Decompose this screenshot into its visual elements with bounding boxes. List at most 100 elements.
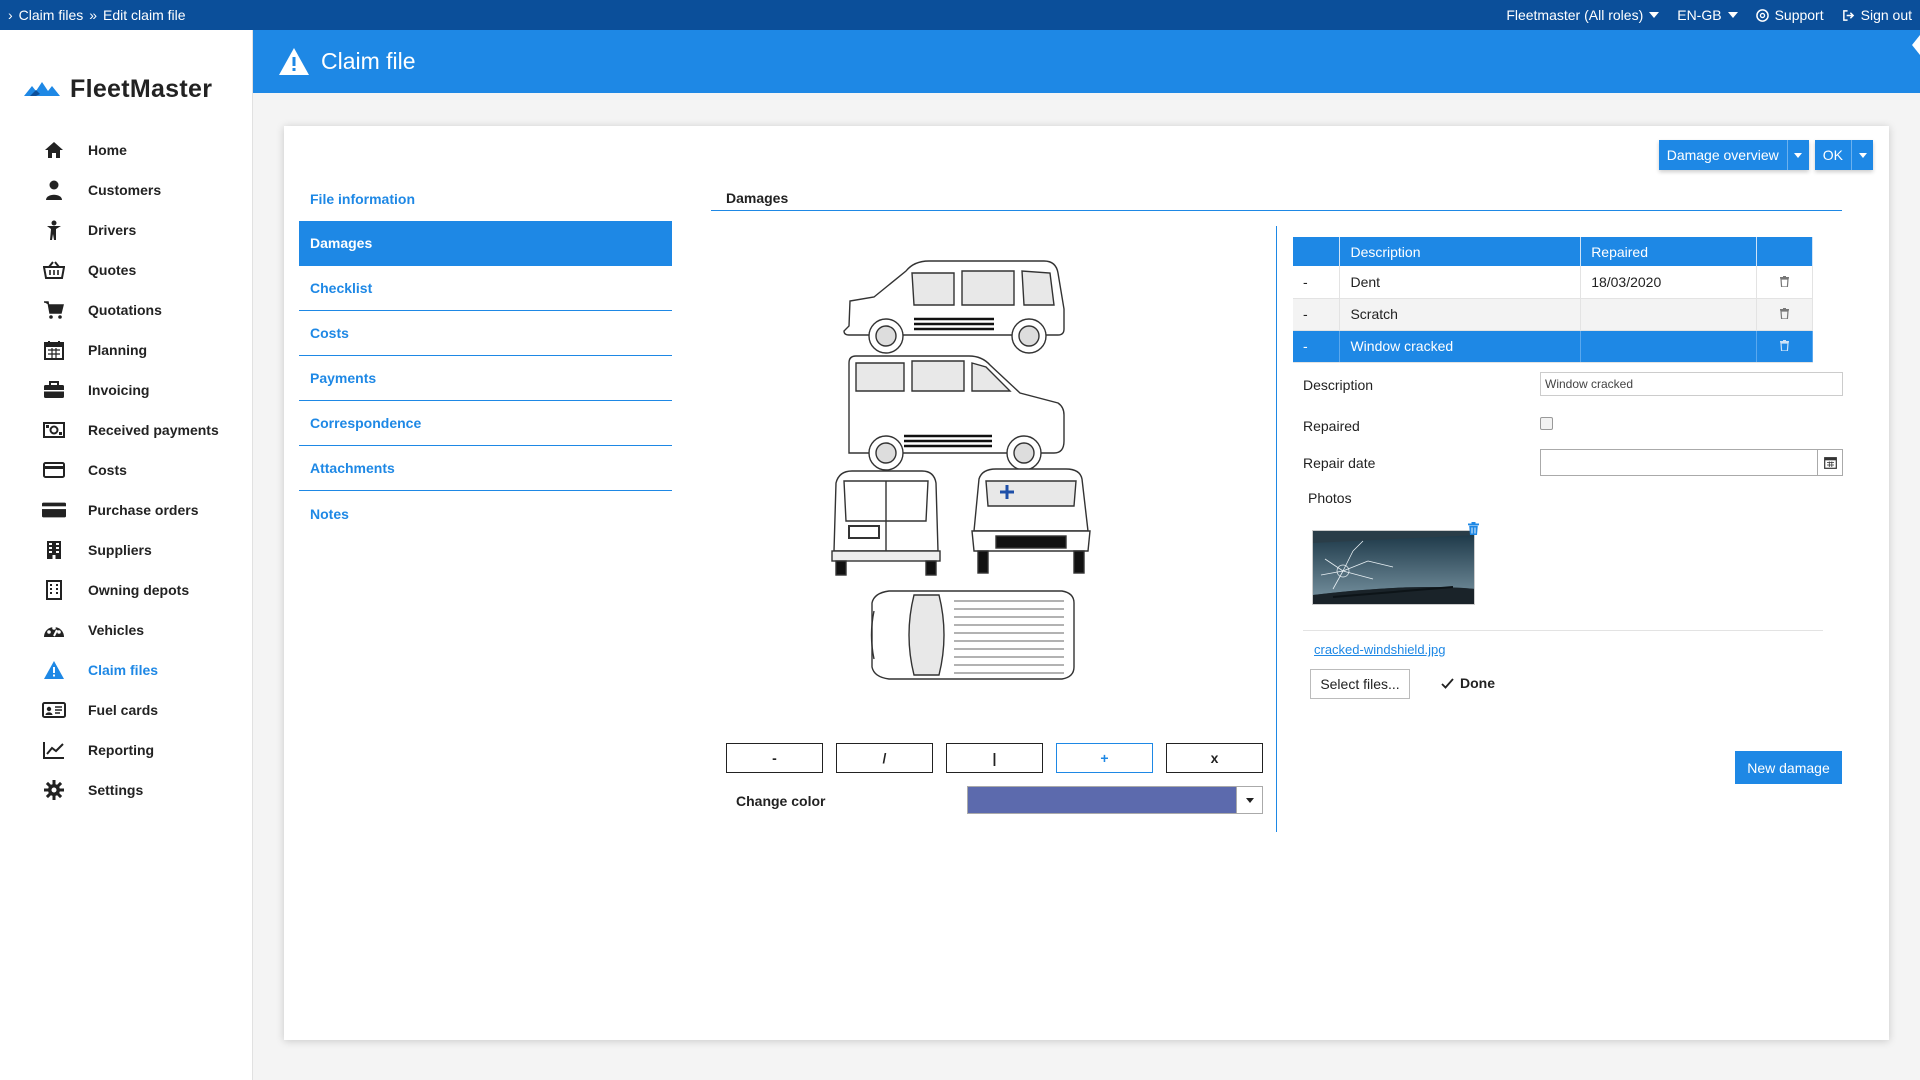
row-actions (1756, 330, 1813, 363)
sidebar-item-vehicles[interactable]: Vehicles (0, 610, 252, 650)
support-label: Support (1774, 7, 1824, 23)
tab-checklist[interactable]: Checklist (299, 266, 672, 311)
sidebar-item-quotations[interactable]: Quotations (0, 290, 252, 330)
damage-photo[interactable] (1312, 530, 1475, 605)
damage-overview-button[interactable]: Damage overview (1658, 140, 1809, 170)
delete-photo-button[interactable] (1468, 522, 1479, 538)
ok-dropdown[interactable] (1851, 140, 1873, 170)
ok-button[interactable]: OK (1814, 140, 1873, 170)
tab-file-information[interactable]: File information (299, 176, 672, 221)
language-selector[interactable]: EN-GB (1677, 7, 1738, 23)
warning-icon (279, 48, 309, 75)
chevron-right-icon: › (8, 7, 13, 23)
column-header-marker (1293, 237, 1341, 266)
claim-file-card: Damage overview OK File information Dama… (284, 126, 1889, 1040)
select-files-button[interactable]: Select files... (1310, 669, 1410, 699)
sidebar-item-reporting[interactable]: Reporting (0, 730, 252, 770)
trash-icon[interactable] (1780, 338, 1790, 354)
row-description: Dent (1339, 266, 1582, 299)
table-header-row: Description Repaired (1293, 237, 1813, 266)
trash-icon[interactable] (1780, 306, 1790, 322)
main-nav: Home Customers Drivers Quotes Quotations… (0, 115, 252, 810)
role-label: Fleetmaster (All roles) (1506, 7, 1644, 23)
color-swatch (968, 787, 1236, 813)
column-header-description[interactable]: Description (1339, 237, 1582, 266)
sidebar-item-claim-files[interactable]: Claim files (0, 650, 252, 690)
sidebar-item-customers[interactable]: Customers (0, 170, 252, 210)
sidebar-item-owning-depots[interactable]: Owning depots (0, 570, 252, 610)
row-repaired (1580, 330, 1758, 363)
help-circle-icon (1755, 8, 1769, 22)
column-header-actions (1756, 237, 1813, 266)
upload-divider (1303, 630, 1823, 631)
role-selector[interactable]: Fleetmaster (All roles) (1506, 7, 1660, 23)
repair-date-input[interactable] (1541, 450, 1817, 475)
panel-toggle-icon[interactable] (1910, 30, 1920, 93)
column-divider (1276, 226, 1277, 832)
calendar-button[interactable] (1817, 450, 1842, 475)
tool-x-button[interactable]: x (1166, 743, 1263, 773)
app-logo[interactable]: FleetMaster (0, 30, 252, 115)
breadcrumb-edit-claim-file[interactable]: Edit claim file (103, 7, 185, 23)
credit-card-icon (42, 462, 66, 478)
tool-plus-button[interactable]: + (1056, 743, 1153, 773)
top-bar: › Claim files » Edit claim file Fleetmas… (0, 0, 1920, 30)
table-row[interactable]: - Dent 18/03/2020 (1293, 266, 1813, 299)
sidebar-item-planning[interactable]: Planning (0, 330, 252, 370)
sidebar-item-drivers[interactable]: Drivers (0, 210, 252, 250)
id-card-icon (42, 702, 66, 718)
sidebar-item-settings[interactable]: Settings (0, 770, 252, 810)
chart-icon (42, 741, 66, 759)
tab-correspondence[interactable]: Correspondence (299, 401, 672, 446)
vehicle-damage-canvas[interactable] (724, 231, 1264, 751)
sidebar-item-fuel-cards[interactable]: Fuel cards (0, 690, 252, 730)
color-picker[interactable] (967, 786, 1263, 814)
basket-icon (42, 261, 66, 279)
new-damage-button[interactable]: New damage (1735, 751, 1842, 784)
row-actions (1756, 266, 1813, 299)
sidebar-item-quotes[interactable]: Quotes (0, 250, 252, 290)
description-input[interactable] (1540, 372, 1843, 396)
dashboard-icon (42, 621, 66, 639)
tool-dash-button[interactable]: - (726, 743, 823, 773)
tab-damages[interactable]: Damages (299, 221, 672, 266)
sidebar-item-received-payments[interactable]: Received payments (0, 410, 252, 450)
tab-notes[interactable]: Notes (299, 491, 672, 536)
sidebar-item-costs[interactable]: Costs (0, 450, 252, 490)
table-row-selected[interactable]: - Window cracked (1293, 330, 1813, 363)
damage-overview-dropdown[interactable] (1786, 140, 1809, 170)
sidebar-item-purchase-orders[interactable]: Purchase orders (0, 490, 252, 530)
table-row[interactable]: - Scratch (1293, 298, 1813, 331)
sign-out-link[interactable]: Sign out (1842, 7, 1912, 23)
sidebar-item-home[interactable]: Home (0, 130, 252, 170)
briefcase-icon (42, 381, 66, 399)
home-icon (42, 141, 66, 159)
section-title: Damages (726, 190, 789, 206)
breadcrumb-claim-files[interactable]: Claim files (19, 7, 84, 23)
page-header: Claim file (253, 30, 1920, 93)
vehicle-rear (831, 470, 941, 576)
sidebar-item-invoicing[interactable]: Invoicing (0, 370, 252, 410)
tab-costs[interactable]: Costs (299, 311, 672, 356)
support-link[interactable]: Support (1755, 7, 1824, 23)
tool-slash-button[interactable]: / (836, 743, 933, 773)
repair-date-picker (1540, 449, 1843, 476)
warning-icon (42, 661, 66, 679)
column-header-repaired[interactable]: Repaired (1580, 237, 1758, 266)
user-icon (42, 180, 66, 200)
caret-down-icon (1245, 797, 1254, 803)
repaired-label: Repaired (1303, 418, 1360, 434)
repaired-checkbox[interactable] (1540, 417, 1553, 430)
sidebar-item-suppliers[interactable]: Suppliers (0, 530, 252, 570)
calendar-icon (1823, 457, 1837, 469)
tab-attachments[interactable]: Attachments (299, 446, 672, 491)
tab-payments[interactable]: Payments (299, 356, 672, 401)
upload-status-label: Done (1460, 675, 1495, 691)
ok-label: OK (1822, 147, 1843, 163)
tool-pipe-button[interactable]: | (946, 743, 1043, 773)
trash-icon[interactable] (1780, 274, 1790, 290)
file-link[interactable]: cracked-windshield.jpg (1314, 642, 1446, 657)
photos-label: Photos (1308, 490, 1352, 506)
damage-overview-label: Damage overview (1666, 147, 1779, 163)
color-dropdown[interactable] (1236, 787, 1262, 813)
